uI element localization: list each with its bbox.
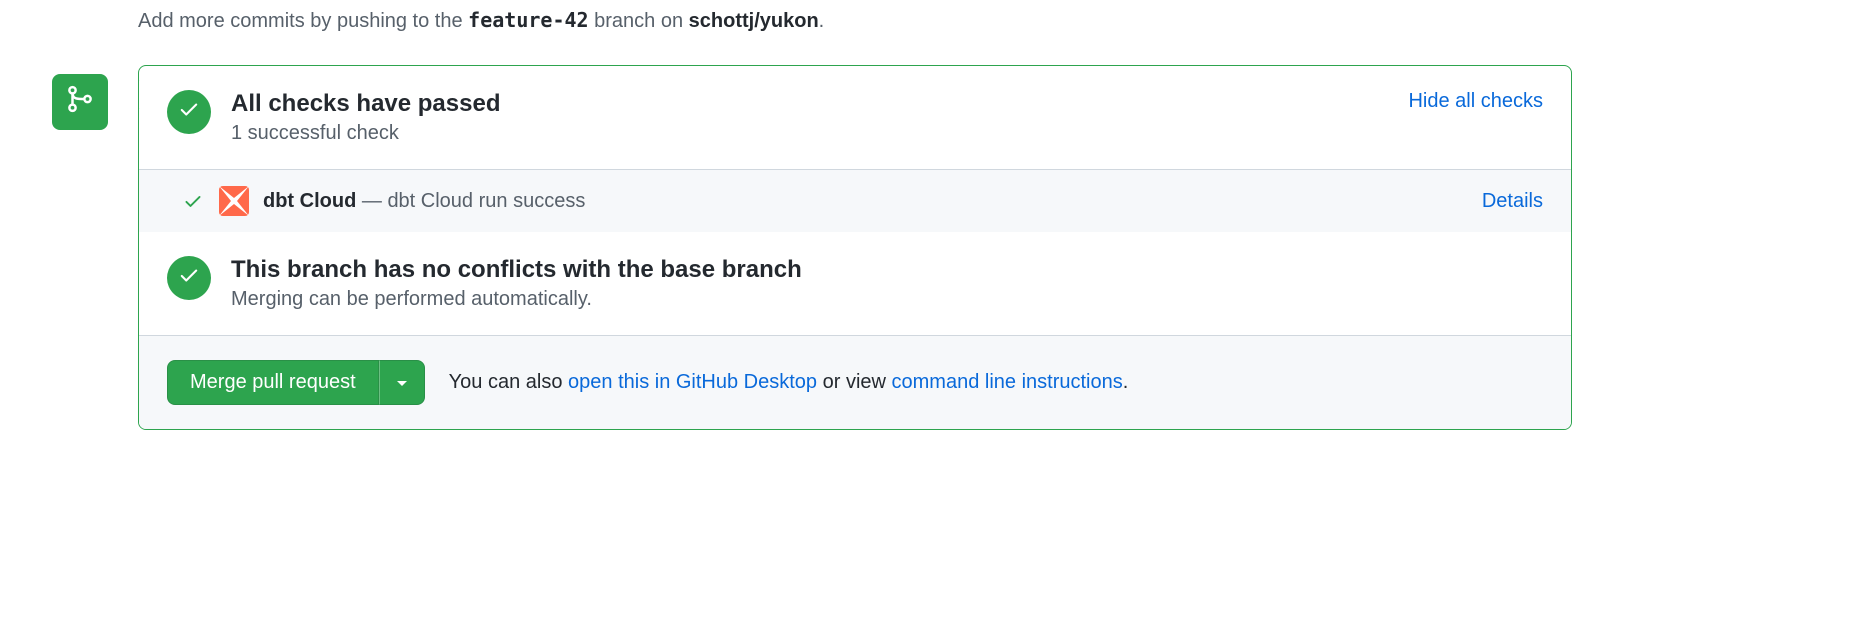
dbt-cloud-icon <box>219 186 249 216</box>
push-hint-middle: branch on <box>589 10 689 32</box>
check-description: dbt Cloud run success <box>387 190 585 212</box>
check-icon <box>178 264 200 292</box>
conflicts-title: This branch has no conflicts with the ba… <box>231 256 1543 284</box>
check-item-row: dbt Cloud — dbt Cloud run success Detail… <box>139 169 1571 232</box>
push-hint-prefix: Add more commits by pushing to the <box>138 10 468 32</box>
check-success-icon <box>183 191 203 211</box>
merge-hint-suffix: . <box>1123 371 1129 393</box>
caret-down-icon <box>396 371 408 394</box>
git-merge-icon <box>65 84 95 120</box>
success-badge <box>167 256 211 300</box>
merge-actions-section: Merge pull request You can also open thi… <box>139 335 1571 429</box>
check-icon <box>178 98 200 126</box>
check-name: dbt Cloud <box>263 190 356 212</box>
merge-options-dropdown[interactable] <box>379 360 425 405</box>
command-line-link[interactable]: command line instructions <box>892 371 1123 393</box>
merge-alternatives-hint: You can also open this in GitHub Desktop… <box>449 371 1129 394</box>
merge-button-group: Merge pull request <box>167 360 425 405</box>
merge-status-box: All checks have passed 1 successful chec… <box>138 65 1572 430</box>
open-desktop-link[interactable]: open this in GitHub Desktop <box>568 371 817 393</box>
check-details-link[interactable]: Details <box>1482 190 1543 213</box>
branch-name: feature-42 <box>468 8 588 32</box>
checks-summary-section: All checks have passed 1 successful chec… <box>139 66 1571 169</box>
checks-subtitle: 1 successful check <box>231 122 1408 145</box>
merge-pull-request-button[interactable]: Merge pull request <box>167 360 379 405</box>
push-commits-hint: Add more commits by pushing to the featu… <box>138 8 1868 33</box>
success-badge <box>167 90 211 134</box>
checks-title: All checks have passed <box>231 90 1408 118</box>
conflicts-subtitle: Merging can be performed automatically. <box>231 288 1543 311</box>
check-separator: — <box>356 190 387 212</box>
conflicts-section: This branch has no conflicts with the ba… <box>139 232 1571 335</box>
repo-name: schottj/yukon <box>689 10 819 32</box>
push-hint-suffix: . <box>819 10 825 32</box>
toggle-checks-link[interactable]: Hide all checks <box>1408 90 1543 113</box>
merge-hint-orview: or view <box>817 371 891 393</box>
merge-hint-prefix: You can also <box>449 371 568 393</box>
timeline-merge-badge <box>52 74 108 130</box>
